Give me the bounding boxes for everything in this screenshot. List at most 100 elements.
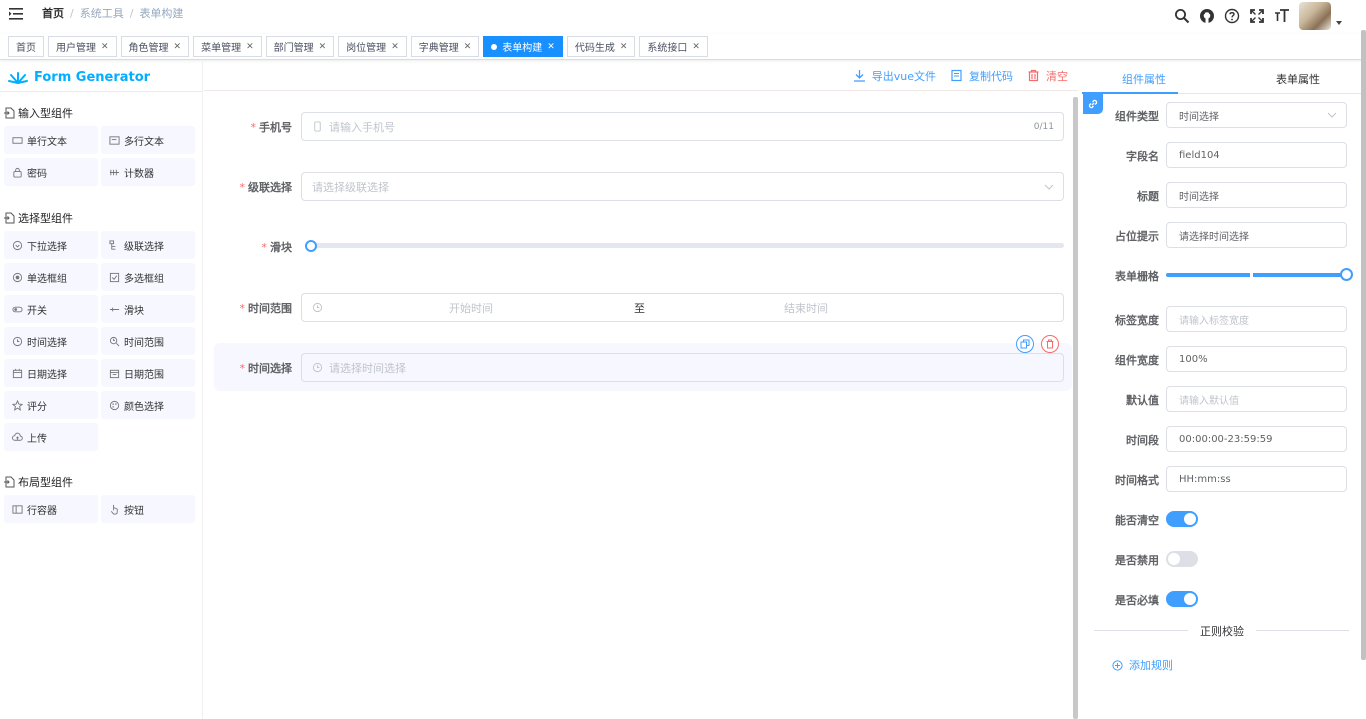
close-icon[interactable]: ✕ bbox=[692, 42, 700, 52]
placeholder-input[interactable]: 请选择时间选择 bbox=[1166, 222, 1347, 248]
tag-menu-management[interactable]: 菜单管理 ✕ bbox=[193, 36, 262, 57]
add-rule-button[interactable]: 添加规则 bbox=[1112, 657, 1173, 673]
form-item-cascader[interactable]: * 级联选择 请选择级联选择 bbox=[214, 162, 1072, 210]
palette-item-input[interactable]: 单行文本 bbox=[4, 126, 98, 154]
close-icon[interactable]: ✕ bbox=[391, 42, 399, 52]
tab-component-props[interactable]: 组件属性 bbox=[1122, 71, 1166, 87]
palette-item-upload[interactable]: 上传 bbox=[4, 423, 98, 451]
fullscreen-icon[interactable] bbox=[1249, 8, 1265, 24]
form-item-time-select[interactable]: * 时间选择 请选择时间选择 bbox=[214, 343, 1072, 391]
chevron-down-icon bbox=[1044, 184, 1054, 190]
palette-item-rate[interactable]: 评分 bbox=[4, 391, 98, 419]
hamburger-icon[interactable] bbox=[8, 6, 24, 22]
phone-input[interactable]: 请输入手机号 0/11 bbox=[301, 112, 1064, 141]
palette-item-time[interactable]: 时间选择 bbox=[4, 327, 98, 355]
grid-span-slider[interactable] bbox=[1166, 268, 1353, 281]
palette-item-date[interactable]: 日期选择 bbox=[4, 359, 98, 387]
form-item-slider[interactable]: * 滑块 bbox=[214, 222, 1072, 270]
prop-field-name: 字段名 field104 bbox=[1082, 142, 1361, 168]
slider-track[interactable] bbox=[312, 243, 1064, 248]
close-icon[interactable]: ✕ bbox=[464, 42, 472, 52]
form-item-phone[interactable]: * 手机号 请输入手机号 0/11 bbox=[214, 102, 1072, 150]
default-value-input[interactable]: 请输入默认值 bbox=[1166, 386, 1347, 412]
close-icon[interactable]: ✕ bbox=[101, 42, 109, 52]
end-time[interactable]: 结束时间 bbox=[784, 300, 828, 316]
font-size-icon[interactable] bbox=[1274, 8, 1290, 24]
select-icon bbox=[12, 240, 23, 250]
close-icon[interactable]: ✕ bbox=[620, 42, 628, 52]
label-width-input[interactable]: 请输入标签宽度 bbox=[1166, 306, 1347, 332]
prop-time-format: 时间格式 HH:mm:ss bbox=[1082, 466, 1361, 492]
slider-handle[interactable] bbox=[305, 240, 317, 252]
tab-form-props[interactable]: 表单属性 bbox=[1276, 71, 1320, 87]
group-title-select: 选择型组件 bbox=[4, 210, 73, 226]
time-select-input[interactable]: 请选择时间选择 bbox=[301, 353, 1064, 382]
chevron-down-icon[interactable] bbox=[1336, 21, 1342, 25]
search-icon[interactable] bbox=[1174, 8, 1190, 24]
time-range-input[interactable]: 00:00:00-23:59:59 bbox=[1166, 426, 1347, 452]
palette-item-checkbox[interactable]: 多选框组 bbox=[101, 263, 195, 291]
required-switch[interactable] bbox=[1166, 591, 1198, 607]
start-time[interactable]: 开始时间 bbox=[449, 300, 493, 316]
palette-item-number[interactable]: 计数器 bbox=[101, 158, 195, 186]
delete-item-button[interactable] bbox=[1041, 335, 1059, 353]
star-icon bbox=[12, 399, 23, 411]
question-icon[interactable] bbox=[1224, 8, 1240, 24]
tags-view: 首页 用户管理 ✕ 角色管理 ✕ 菜单管理 ✕ 部门管理 ✕ 岗位管理 ✕ 字典管理 ✕ 表… bbox=[0, 34, 1366, 60]
palette-item-radio[interactable]: 单选框组 bbox=[4, 263, 98, 291]
tag-dept-management[interactable]: 部门管理 ✕ bbox=[265, 36, 335, 57]
palette-item-switch[interactable]: 开关 bbox=[4, 295, 98, 323]
close-icon[interactable]: ✕ bbox=[174, 42, 182, 52]
logo: Form Generator bbox=[8, 67, 150, 87]
copy-code-button[interactable]: 复制代码 bbox=[950, 68, 1013, 84]
page-scrollbar[interactable] bbox=[1361, 30, 1366, 660]
palette-item-password[interactable]: 密码 bbox=[4, 158, 98, 186]
palette-item-color[interactable]: 颜色选择 bbox=[101, 391, 195, 419]
slider-icon bbox=[109, 307, 120, 311]
tag-post-management[interactable]: 岗位管理 ✕ bbox=[338, 36, 407, 57]
time-range-icon bbox=[109, 336, 120, 346]
cascader-input[interactable]: 请选择级联选择 bbox=[301, 172, 1064, 201]
tag-role-management[interactable]: 角色管理 ✕ bbox=[120, 36, 190, 57]
action-bar: 导出vue文件 复制代码 清空 bbox=[204, 61, 1078, 91]
title-input[interactable]: 时间选择 bbox=[1166, 182, 1347, 208]
palette-item-cascader[interactable]: 级联选择 bbox=[101, 231, 195, 259]
palette-item-date-range[interactable]: 日期范围 bbox=[101, 359, 195, 387]
component-width-input[interactable]: 100% bbox=[1166, 346, 1347, 372]
slider-handle[interactable] bbox=[1340, 268, 1353, 281]
github-icon[interactable] bbox=[1199, 8, 1215, 24]
clear-button[interactable]: 清空 bbox=[1027, 68, 1068, 84]
palette-item-select[interactable]: 下拉选择 bbox=[4, 231, 98, 259]
avatar[interactable] bbox=[1299, 2, 1331, 30]
tag-code-gen[interactable]: 代码生成 ✕ bbox=[566, 36, 636, 57]
copy-item-button[interactable] bbox=[1016, 335, 1034, 353]
palette-item-time-range[interactable]: 时间范围 bbox=[101, 327, 195, 355]
close-icon[interactable]: ✕ bbox=[319, 42, 327, 52]
tag-dict-management[interactable]: 字典管理 ✕ bbox=[410, 36, 480, 57]
time-format-input[interactable]: HH:mm:ss bbox=[1166, 466, 1347, 492]
breadcrumb-home[interactable]: 首页 bbox=[42, 5, 64, 21]
export-vue-button[interactable]: 导出vue文件 bbox=[853, 68, 936, 84]
field-name-input[interactable]: field104 bbox=[1166, 142, 1347, 168]
navbar: 首页 / 系统工具 / 表单构建 bbox=[0, 0, 1366, 30]
palette-item-button[interactable]: 按钮 bbox=[101, 495, 195, 523]
tag-user-management[interactable]: 用户管理 ✕ bbox=[48, 36, 117, 57]
palette-item-slider[interactable]: 滑块 bbox=[101, 295, 195, 323]
close-icon[interactable]: ✕ bbox=[246, 42, 254, 52]
palette-item-textarea[interactable]: 多行文本 bbox=[101, 126, 195, 154]
cascader-icon bbox=[109, 239, 116, 250]
tag-home[interactable]: 首页 bbox=[8, 36, 44, 57]
form-item-time-range[interactable]: * 时间范围 开始时间 至 结束时间 bbox=[214, 283, 1072, 331]
tag-system-api[interactable]: 系统接口 ✕ bbox=[639, 36, 708, 57]
close-icon[interactable]: ✕ bbox=[547, 42, 555, 52]
tag-form-build[interactable]: 表单构建 ✕ bbox=[483, 36, 563, 57]
input-icon bbox=[12, 136, 23, 144]
time-range-input[interactable]: 开始时间 至 结束时间 bbox=[301, 293, 1064, 322]
range-separator: 至 bbox=[634, 301, 645, 315]
palette-item-row[interactable]: 行容器 bbox=[4, 495, 98, 523]
prop-required: 是否必填 bbox=[1082, 586, 1361, 612]
disabled-switch[interactable] bbox=[1166, 551, 1198, 567]
component-type-select[interactable]: 时间选择 bbox=[1166, 102, 1347, 128]
canvas-scrollbar[interactable] bbox=[1073, 97, 1078, 719]
clearable-switch[interactable] bbox=[1166, 511, 1198, 527]
